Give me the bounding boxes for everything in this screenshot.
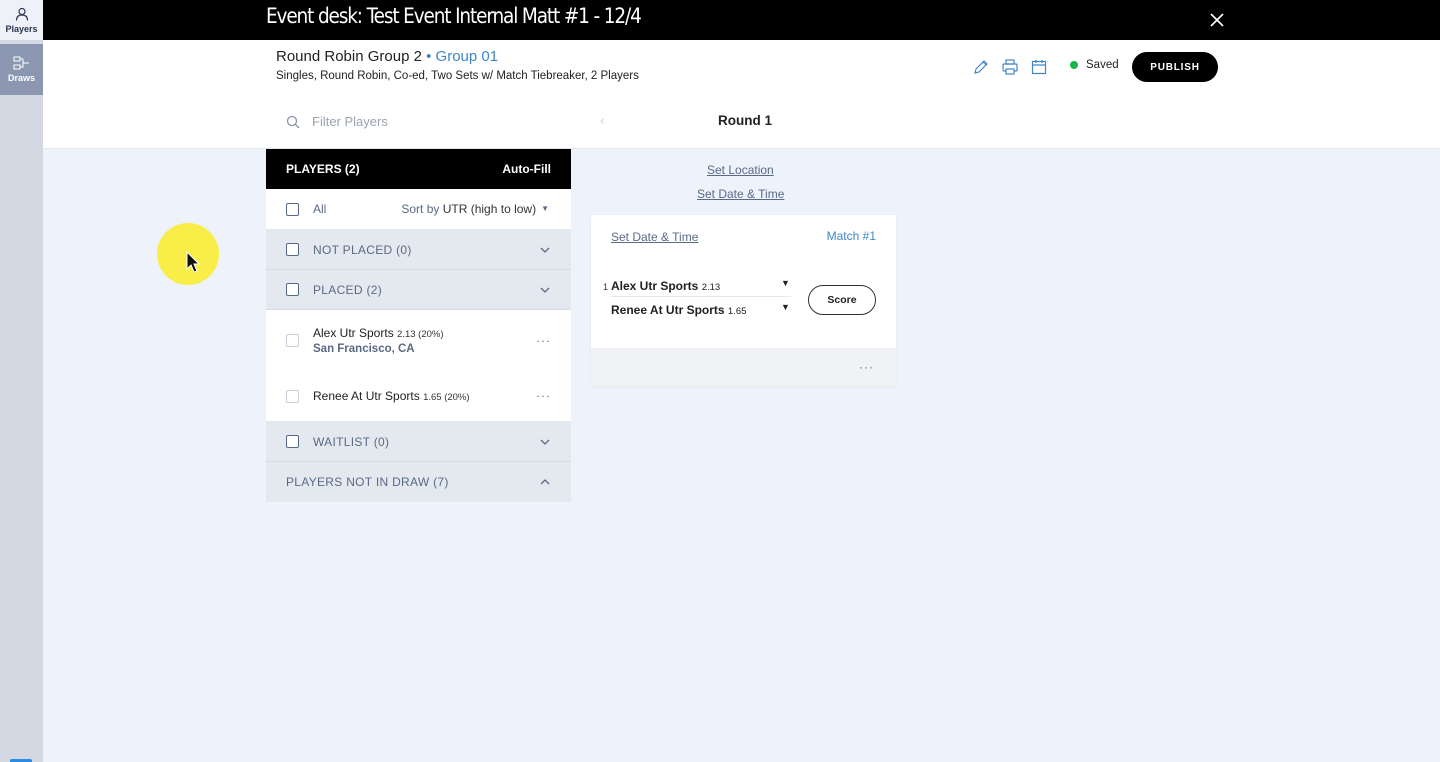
print-icon[interactable]: [1001, 58, 1019, 76]
players-panel-header: PLAYERS (2) Auto-Fill: [266, 149, 571, 189]
user-icon: [15, 7, 28, 21]
match-player-utr: 1.65: [727, 306, 747, 317]
draw-description: Singles, Round Robin, Co-ed, Two Sets w/…: [276, 70, 639, 82]
player-checkbox[interactable]: [286, 334, 299, 347]
select-all-label: All: [313, 202, 327, 216]
auto-fill-button[interactable]: Auto-Fill: [502, 162, 551, 176]
sort-dropdown[interactable]: Sort by UTR (high to low) ▼: [401, 202, 549, 216]
player-2-dropdown-caret-icon[interactable]: ▼: [781, 302, 790, 312]
player-row[interactable]: Alex Utr Sports 2.13 (20%) San Francisco…: [266, 310, 571, 371]
publish-button[interactable]: PUBLISH: [1132, 52, 1218, 82]
match-card: Set Date & Time Match #1 1 Alex Utr Spor…: [591, 215, 896, 386]
player-1-dropdown-caret-icon[interactable]: ▼: [781, 278, 790, 288]
chevron-down-icon[interactable]: [539, 436, 551, 448]
section-label: NOT PLACED (0): [313, 242, 412, 257]
edit-pencil-icon[interactable]: [972, 58, 990, 76]
player-name: Renee At Utr Sports: [313, 389, 420, 403]
saved-label: Saved: [1086, 59, 1119, 71]
select-all-checkbox[interactable]: [286, 202, 299, 216]
rail-label-draws: Draws: [7, 73, 35, 83]
section-waitlist[interactable]: WAITLIST (0): [266, 422, 571, 462]
top-bar: Event desk: Test Event Internal Matt #1 …: [43, 0, 1440, 40]
section-label: WAITLIST (0): [313, 434, 390, 449]
score-button[interactable]: Score: [808, 285, 876, 315]
set-location-link[interactable]: Set Location: [707, 163, 774, 177]
section-players-not-in-draw[interactable]: PLAYERS NOT IN DRAW (7): [266, 462, 571, 502]
rail-item-draws[interactable]: Draws: [0, 44, 43, 95]
match-number-link[interactable]: Match #1: [827, 229, 876, 243]
draw-name: Round Robin Group 2: [276, 48, 422, 65]
match-player-1: Alex Utr Sports 2.13: [611, 279, 720, 293]
match-player-name: Alex Utr Sports: [611, 279, 699, 293]
player-name-line: Renee At Utr Sports 1.65 (20%): [313, 389, 470, 403]
group-name: • Group 01: [426, 48, 499, 65]
player-name: Alex Utr Sports: [313, 326, 394, 340]
search-icon: [286, 115, 300, 128]
match-player-name: Renee At Utr Sports: [611, 303, 725, 317]
round-prev-arrow[interactable]: ‹: [600, 112, 605, 128]
match-card-footer: ···: [591, 348, 896, 386]
round-title: Round 1: [718, 113, 772, 128]
player-utr: 1.65 (20%): [423, 392, 470, 403]
match-seed: 1: [603, 282, 609, 292]
players-count-title: PLAYERS (2): [286, 162, 360, 176]
round-set-date-time-link[interactable]: Set Date & Time: [697, 187, 784, 201]
section-not-placed[interactable]: NOT PLACED (0): [266, 230, 571, 270]
more-options-icon[interactable]: ···: [536, 388, 551, 402]
close-icon[interactable]: [1207, 10, 1227, 30]
match-player-2: Renee At Utr Sports 1.65: [611, 303, 746, 317]
draws-icon: [13, 56, 29, 70]
player-info: Alex Utr Sports 2.13 (20%) San Francisco…: [313, 326, 444, 355]
chevron-down-icon[interactable]: [539, 284, 551, 296]
section-label: PLACED (2): [313, 282, 383, 297]
filter-players-input[interactable]: [312, 114, 532, 129]
saved-status-dot: [1070, 61, 1078, 69]
caret-down-icon: ▼: [541, 204, 549, 213]
placed-checkbox[interactable]: [286, 283, 299, 296]
rail-item-players[interactable]: Players: [0, 0, 43, 40]
select-all-row: All Sort by UTR (high to low) ▼: [266, 189, 571, 230]
player-checkbox[interactable]: [286, 389, 299, 403]
not-placed-checkbox[interactable]: [286, 243, 299, 256]
mouse-pointer-icon: [186, 251, 201, 273]
draw-header: Round Robin Group 2 • Group 01 Singles, …: [43, 40, 1440, 149]
event-desk-title: Event desk: Test Event Internal Matt #1 …: [266, 4, 642, 28]
header-actions: [972, 58, 1048, 76]
player-row[interactable]: Renee At Utr Sports 1.65 (20%) ···: [266, 371, 571, 422]
player-name-line: Alex Utr Sports 2.13 (20%): [313, 326, 444, 340]
section-label: PLAYERS NOT IN DRAW (7): [286, 475, 449, 489]
saved-status: Saved: [1070, 59, 1119, 71]
waitlist-checkbox[interactable]: [286, 435, 299, 448]
filter-players: [286, 114, 532, 129]
section-placed[interactable]: PLACED (2): [266, 270, 571, 310]
chevron-up-icon[interactable]: [539, 476, 551, 488]
left-rail: Players Draws: [0, 0, 43, 762]
chevron-down-icon[interactable]: [539, 244, 551, 256]
rail-label-players: Players: [5, 23, 38, 34]
calendar-icon[interactable]: [1030, 58, 1048, 76]
match-player-utr: 2.13: [701, 282, 721, 293]
sort-prefix: Sort by: [401, 202, 440, 216]
match-divider: [611, 296, 791, 297]
page-title: Round Robin Group 2 • Group 01: [276, 48, 498, 65]
more-options-icon[interactable]: ···: [536, 333, 551, 347]
sort-value: UTR (high to low): [442, 202, 537, 216]
player-utr: 2.13 (20%): [397, 329, 444, 340]
players-panel: PLAYERS (2) Auto-Fill All Sort by UTR (h…: [266, 149, 571, 502]
player-location: San Francisco, CA: [313, 343, 415, 355]
match-more-options-icon[interactable]: ···: [859, 360, 874, 374]
match-set-date-time-link[interactable]: Set Date & Time: [611, 230, 698, 244]
